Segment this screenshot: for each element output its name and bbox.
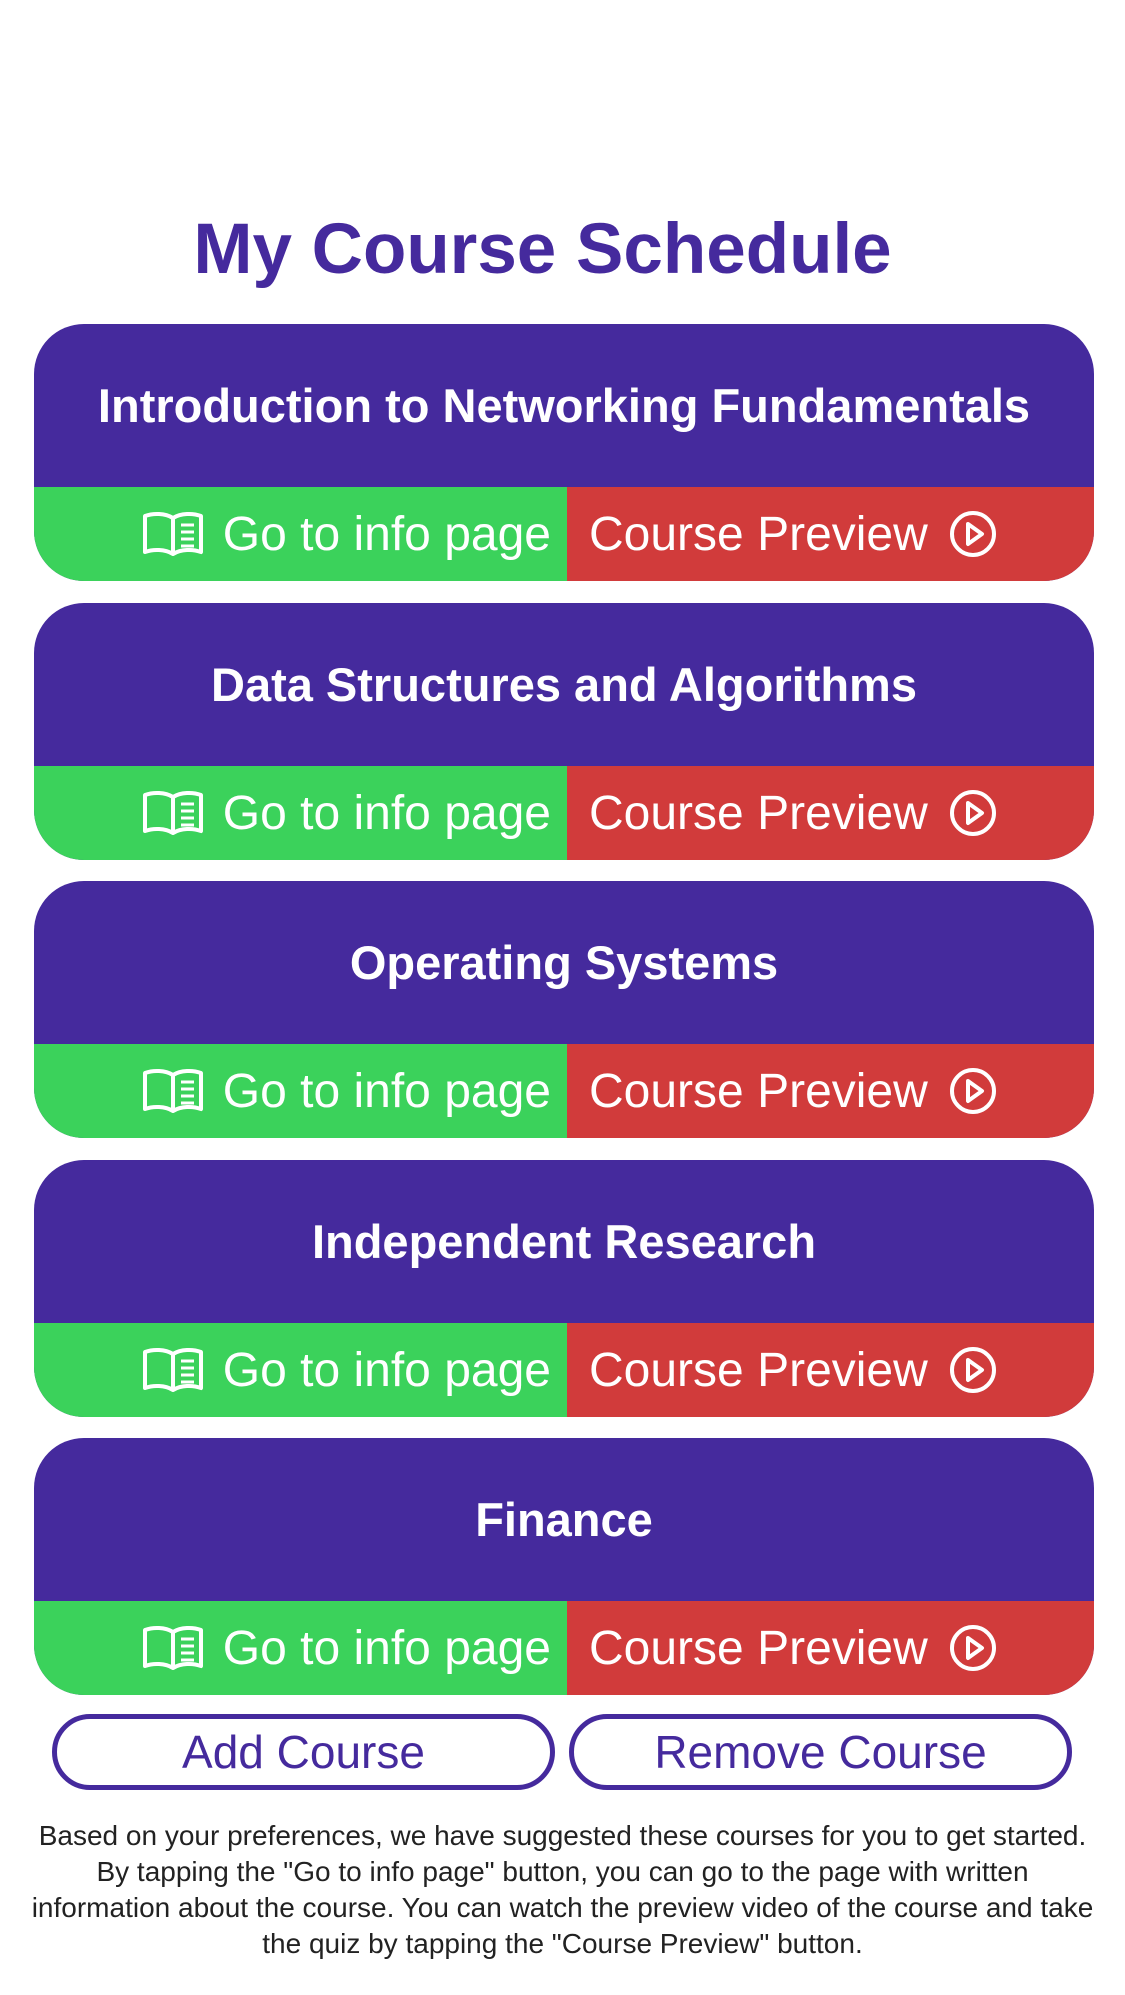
course-title: Introduction to Networking Fundamentals (97, 379, 1031, 432)
remove-course-button[interactable]: Remove Course (569, 1714, 1072, 1790)
course-card: Independent Research Go to info page Cou… (34, 1160, 1094, 1417)
book-open-icon (142, 1347, 203, 1392)
preview-button-label: Course Preview (589, 1343, 928, 1397)
course-title: Independent Research (311, 1215, 817, 1268)
help-text: Based on your preferences, we have sugge… (31, 1820, 1094, 1959)
go-to-info-page-button[interactable]: Go to info page (34, 1044, 567, 1138)
info-button-label: Go to info page (222, 507, 551, 561)
preview-button-label: Course Preview (589, 507, 928, 561)
course-preview-button[interactable]: Course Preview (567, 1323, 1094, 1417)
course-title: Data Structures and Algorithms (211, 658, 917, 711)
play-circle-icon (949, 790, 996, 836)
book-open-icon (142, 790, 203, 835)
go-to-info-page-button[interactable]: Go to info page (34, 487, 567, 581)
info-button-label: Go to info page (222, 1064, 551, 1118)
course-card: Finance Go to info page Course Preview (34, 1438, 1094, 1695)
book-open-icon (142, 1625, 203, 1670)
info-button-label: Go to info page (222, 786, 551, 840)
go-to-info-page-button[interactable]: Go to info page (34, 766, 567, 860)
info-button-label: Go to info page (222, 1343, 551, 1397)
page-title: My Course Schedule (193, 210, 892, 289)
go-to-info-page-button[interactable]: Go to info page (34, 1601, 567, 1695)
course-preview-button[interactable]: Course Preview (567, 1044, 1094, 1138)
course-preview-button[interactable]: Course Preview (567, 487, 1094, 581)
book-open-icon (142, 511, 203, 556)
course-card: Operating Systems Go to info page Course… (34, 881, 1094, 1138)
info-button-label: Go to info page (222, 1621, 551, 1675)
play-circle-icon (949, 511, 996, 557)
add-course-button[interactable]: Add Course (52, 1714, 555, 1790)
preview-button-label: Course Preview (589, 1064, 928, 1118)
play-circle-icon (949, 1347, 996, 1393)
course-title: Finance (475, 1493, 653, 1546)
course-title: Operating Systems (349, 936, 779, 989)
course-preview-button[interactable]: Course Preview (567, 766, 1094, 860)
play-circle-icon (949, 1068, 996, 1114)
go-to-info-page-button[interactable]: Go to info page (34, 1323, 567, 1417)
course-card: Introduction to Networking Fundamentals … (34, 324, 1094, 581)
preview-button-label: Course Preview (589, 1621, 928, 1675)
book-open-icon (142, 1068, 203, 1113)
preview-button-label: Course Preview (589, 786, 928, 840)
course-preview-button[interactable]: Course Preview (567, 1601, 1094, 1695)
course-card: Data Structures and Algorithms Go to inf… (34, 603, 1094, 860)
play-circle-icon (949, 1625, 996, 1671)
